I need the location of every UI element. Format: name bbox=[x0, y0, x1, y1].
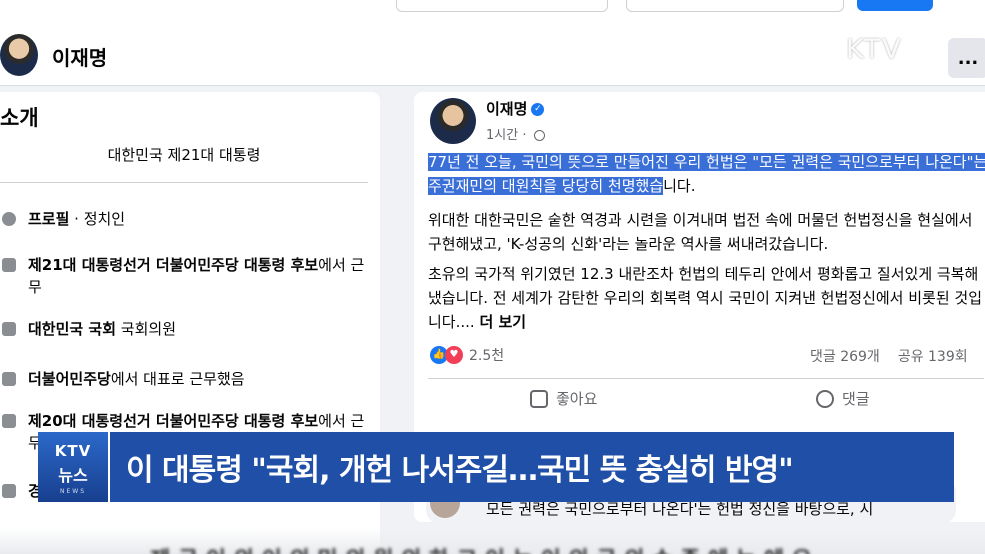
divider bbox=[0, 182, 368, 183]
ktv-news-badge: KTV 뉴스 NEWS bbox=[38, 432, 108, 502]
intro-title: 소개 bbox=[0, 106, 39, 130]
intro-item-bold: 프로필 bbox=[28, 210, 70, 228]
profile-avatar[interactable] bbox=[0, 34, 38, 76]
comment-icon bbox=[816, 389, 834, 408]
intro-item-work: 제21대 대통령선거 더불어민주당 대통령 후보에서 근무 bbox=[0, 254, 372, 298]
bottom-subtitle-strip: 제 국 이 의 이 의 민 의 원 의 하 고 이 는 이 의 국 의 수 준 … bbox=[0, 528, 985, 554]
briefcase-icon bbox=[2, 322, 16, 336]
intro-item-link[interactable]: 대한민국 국회 bbox=[28, 320, 116, 338]
intro-item-profile: 프로필 · 정치인 bbox=[0, 208, 372, 230]
intro-item-link[interactable]: 제21대 대통령선거 더불어민주당 대통령 후보 bbox=[28, 256, 318, 274]
more-options-button[interactable]: ... bbox=[948, 38, 985, 78]
see-more-link[interactable]: 더 보기 bbox=[479, 313, 526, 331]
love-reaction-icon: ♥ bbox=[445, 346, 463, 364]
caption-bar: 이 대통령 "국회, 개헌 나서주길…국민 뜻 충실히 반영" bbox=[110, 432, 954, 502]
top-toolbar-strip bbox=[0, 0, 985, 14]
post-author-avatar[interactable] bbox=[430, 98, 476, 144]
reactions-summary[interactable]: 👍 ♥ 2.5천 bbox=[430, 344, 504, 366]
intro-bio: 대한민국 제21대 대통령 bbox=[107, 146, 261, 164]
verified-badge-icon: ✓ bbox=[531, 103, 545, 116]
top-input-field[interactable] bbox=[626, 0, 844, 12]
intro-item-work: 더불어민주당에서 대표로 근무했음 bbox=[0, 368, 372, 390]
post-paragraph-1: 77년 전 오늘, 국민의 뜻으로 만들어진 우리 헌법은 "모든 권력은 국민… bbox=[428, 150, 985, 198]
profile-name[interactable]: 이재명 bbox=[52, 42, 107, 71]
post-text-tail: 니다. bbox=[663, 177, 696, 195]
info-icon bbox=[2, 212, 16, 226]
post-author-name[interactable]: 이재명 ✓ bbox=[486, 98, 545, 119]
bottom-subtitle-text: 제 국 이 의 이 의 민 의 원 의 하 고 이 는 이 의 국 의 수 준 … bbox=[150, 542, 812, 554]
thumbs-up-icon bbox=[530, 389, 548, 408]
intro-item-link[interactable]: 제20대 대통령선거 더불어민주당 대통령 후보 bbox=[28, 412, 318, 430]
intro-item-text: 국회의원 bbox=[116, 320, 176, 338]
post-paragraph-2: 위대한 대한국민은 숱한 역경과 시련을 이겨내며 법전 속에 머물던 헌법정신… bbox=[428, 211, 973, 253]
top-search-field[interactable] bbox=[396, 0, 608, 12]
badge-line-3: NEWS bbox=[59, 488, 87, 495]
shares-count[interactable]: 공유 139회 bbox=[898, 349, 968, 365]
reactions-count[interactable]: 2.5천 bbox=[469, 345, 504, 365]
profile-header: 이재명 KTV ... bbox=[0, 14, 985, 86]
broadcaster-logo: KTV bbox=[846, 34, 903, 65]
briefcase-icon bbox=[2, 484, 16, 498]
comment-button[interactable]: 댓글 bbox=[816, 388, 870, 409]
selected-text[interactable]: 77년 전 오늘, 국민의 뜻으로 만들어진 우리 헌법은 "모든 권력은 국민… bbox=[428, 153, 985, 195]
badge-line-2: 뉴스 bbox=[58, 466, 88, 485]
briefcase-icon bbox=[2, 258, 16, 272]
post-author-label[interactable]: 이재명 bbox=[486, 100, 527, 118]
comment-label: 댓글 bbox=[842, 390, 870, 408]
intro-item-link[interactable]: 더불어민주당 bbox=[28, 370, 111, 388]
intro-item-text: · 정치인 bbox=[69, 210, 126, 228]
intro-item-work: 대한민국 국회 국회의원 bbox=[0, 318, 372, 340]
post-paragraph-3: 초유의 국가적 위기였던 12.3 내란조차 헌법의 테두리 안에서 평화롭고 … bbox=[428, 262, 985, 334]
briefcase-icon bbox=[2, 414, 16, 428]
globe-icon bbox=[533, 130, 545, 141]
badge-line-1: KTV bbox=[54, 442, 92, 460]
comments-count[interactable]: 댓글 269개 bbox=[810, 349, 880, 365]
more-icon: ... bbox=[957, 47, 979, 69]
like-label: 좋아요 bbox=[556, 390, 598, 408]
like-button[interactable]: 좋아요 bbox=[530, 388, 597, 409]
top-action-button[interactable] bbox=[857, 0, 933, 11]
engagement-counts: 댓글 269개 공유 139회 bbox=[810, 346, 968, 366]
news-caption-banner: KTV 뉴스 NEWS 이 대통령 "국회, 개헌 나서주길…국민 뜻 충실히 … bbox=[38, 432, 954, 502]
caption-headline: 이 대통령 "국회, 개헌 나서주길…국민 뜻 충실히 반영" bbox=[126, 453, 794, 488]
post-time-label[interactable]: 1시간 bbox=[486, 128, 518, 143]
post-timestamp[interactable]: 1시간 · bbox=[486, 124, 545, 143]
briefcase-icon bbox=[2, 372, 16, 386]
divider bbox=[428, 378, 984, 379]
intro-item-text: 에서 대표로 근무했음 bbox=[110, 370, 245, 388]
